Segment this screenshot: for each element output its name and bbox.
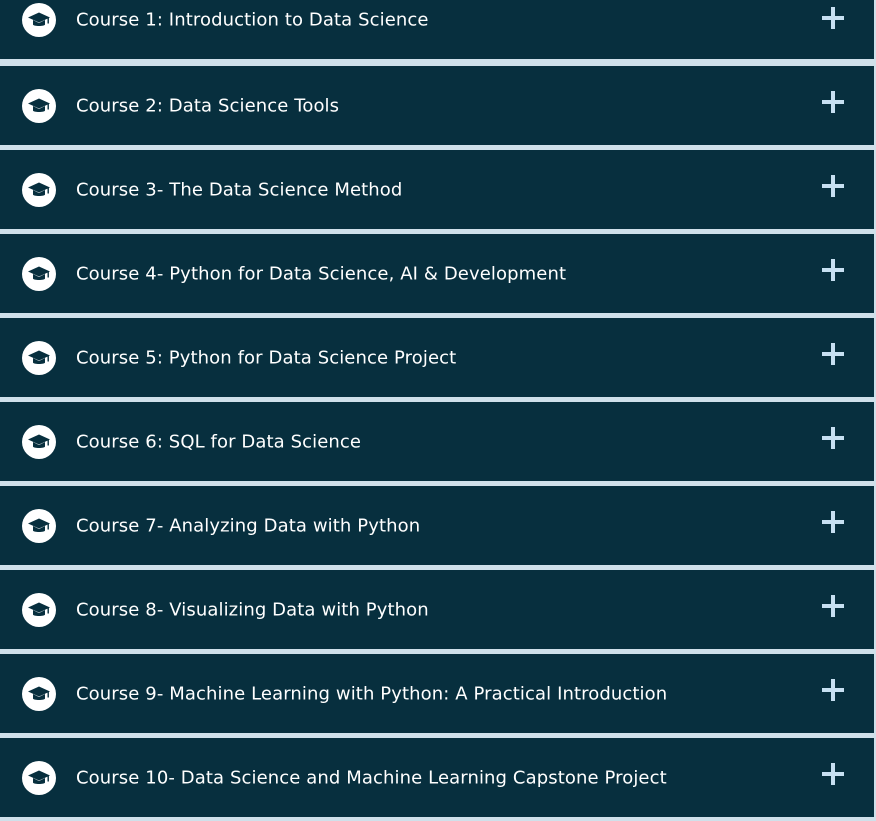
graduation-cap-icon xyxy=(22,2,56,37)
plus-icon[interactable] xyxy=(822,91,844,113)
accordion-item-course-7[interactable]: Course 7- Analyzing Data with Python xyxy=(0,486,875,565)
plus-icon[interactable] xyxy=(822,175,844,197)
accordion-item-course-6[interactable]: Course 6: SQL for Data Science xyxy=(0,402,875,481)
course-title: Course 5: Python for Data Science Projec… xyxy=(76,347,457,368)
accordion-item-course-3[interactable]: Course 3- The Data Science Method xyxy=(0,150,875,229)
graduation-cap-icon xyxy=(22,592,56,627)
course-title: Course 3- The Data Science Method xyxy=(76,179,403,200)
course-title: Course 1: Introduction to Data Science xyxy=(76,9,429,30)
accordion-item-course-2[interactable]: Course 2: Data Science Tools xyxy=(0,66,875,145)
accordion-item-course-1[interactable]: Course 1: Introduction to Data Science xyxy=(0,0,875,59)
course-title: Course 9- Machine Learning with Python: … xyxy=(76,683,668,704)
plus-icon[interactable] xyxy=(822,511,844,533)
course-title: Course 7- Analyzing Data with Python xyxy=(76,515,421,536)
plus-icon[interactable] xyxy=(822,7,844,29)
accordion-item-course-10[interactable]: Course 10- Data Science and Machine Lear… xyxy=(0,738,875,817)
plus-icon[interactable] xyxy=(822,763,844,785)
course-title: Course 6: SQL for Data Science xyxy=(76,431,362,452)
course-title: Course 8- Visualizing Data with Python xyxy=(76,599,429,620)
accordion-item-course-5[interactable]: Course 5: Python for Data Science Projec… xyxy=(0,318,875,397)
graduation-cap-icon xyxy=(22,172,56,207)
course-accordion: Course 1: Introduction to Data Science C… xyxy=(0,0,876,821)
plus-icon[interactable] xyxy=(822,343,844,365)
graduation-cap-icon xyxy=(22,508,56,543)
plus-icon[interactable] xyxy=(822,259,844,281)
graduation-cap-icon xyxy=(22,88,56,123)
plus-icon[interactable] xyxy=(822,679,844,701)
graduation-cap-icon xyxy=(22,424,56,459)
graduation-cap-icon xyxy=(22,340,56,375)
graduation-cap-icon xyxy=(22,676,56,711)
graduation-cap-icon xyxy=(22,256,56,291)
course-title: Course 2: Data Science Tools xyxy=(76,95,340,116)
accordion-item-course-4[interactable]: Course 4- Python for Data Science, AI & … xyxy=(0,234,875,313)
course-title: Course 10- Data Science and Machine Lear… xyxy=(76,767,667,788)
plus-icon[interactable] xyxy=(822,595,844,617)
plus-icon[interactable] xyxy=(822,427,844,449)
graduation-cap-icon xyxy=(22,760,56,795)
accordion-item-course-8[interactable]: Course 8- Visualizing Data with Python xyxy=(0,570,875,649)
course-title: Course 4- Python for Data Science, AI & … xyxy=(76,263,567,284)
accordion-item-course-9[interactable]: Course 9- Machine Learning with Python: … xyxy=(0,654,875,733)
